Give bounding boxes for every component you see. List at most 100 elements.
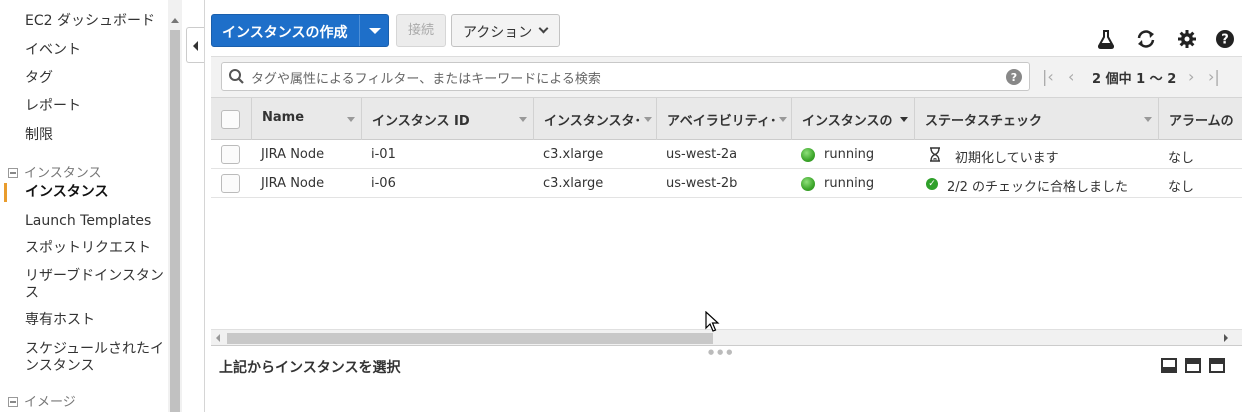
check-circle-icon: ✓ xyxy=(926,178,938,190)
collapse-section-icon xyxy=(8,397,18,407)
sidebar-section-images[interactable]: イメージ xyxy=(8,391,76,410)
sidebar-item-scheduled-instances[interactable]: スケジュールされたイ xyxy=(25,341,164,358)
launch-instance-button[interactable]: インスタンスの作成 xyxy=(211,14,389,47)
table-horizontal-scrollbar[interactable] xyxy=(211,329,1242,345)
actions-dropdown[interactable]: アクション xyxy=(451,14,560,47)
sort-icon[interactable] xyxy=(347,117,355,122)
gear-icon[interactable] xyxy=(1176,28,1198,50)
svg-text:?: ? xyxy=(1221,33,1229,48)
sidebar-item-dashboard[interactable]: EC2 ダッシュボード xyxy=(25,13,155,30)
sidebar-divider xyxy=(204,0,205,412)
column-header-name[interactable]: Name xyxy=(251,98,361,140)
first-page-icon[interactable]: |‹ xyxy=(1042,69,1054,85)
splitter-grip-icon[interactable]: ●●● xyxy=(708,348,735,356)
sidebar-item-spot-requests[interactable]: スポットリクエスト xyxy=(25,240,151,257)
collapse-sidebar-button[interactable] xyxy=(186,27,205,63)
column-header-instance-type[interactable]: インスタンスタ･ xyxy=(533,98,656,140)
cell-status-check[interactable]: 2/2 のチェックに合格しました xyxy=(947,176,1128,195)
panel-splitter[interactable] xyxy=(211,345,1242,347)
hourglass-icon xyxy=(930,147,940,162)
launch-dropdown-caret-icon[interactable] xyxy=(369,28,381,34)
layout-bottom-icon[interactable] xyxy=(1161,358,1177,373)
column-header-status-checks[interactable]: ステータスチェック xyxy=(914,98,1158,140)
flask-icon[interactable] xyxy=(1095,28,1117,50)
sidebar-item-reserved-instances[interactable]: リザーブドインスタン xyxy=(25,268,164,285)
pagination-text: 2 個中 1 〜 2 xyxy=(1092,72,1177,87)
sidebar-item-reserved-instances-wrap[interactable]: ス xyxy=(25,285,39,302)
sidebar: EC2 ダッシュボード イベント タグ レポート 制限 インスタンス インスタン… xyxy=(0,0,168,412)
svg-text:?: ? xyxy=(1011,71,1017,84)
connect-button[interactable]: 接続 xyxy=(396,14,446,47)
search-icon xyxy=(229,69,244,84)
layout-full-icon[interactable] xyxy=(1209,358,1225,373)
column-label: Name xyxy=(262,110,305,125)
sort-icon[interactable] xyxy=(900,117,908,122)
sidebar-item-instances[interactable]: インスタンス xyxy=(25,184,108,201)
cell-name: JIRA Node xyxy=(261,176,325,191)
search-box[interactable]: タグや属性によるフィルター、またはキーワードによる検索 ? xyxy=(221,62,1030,91)
collapse-section-icon xyxy=(8,168,18,178)
cell-status-check[interactable]: 初期化しています xyxy=(955,147,1059,166)
sidebar-section-instances[interactable]: インスタンス xyxy=(8,162,101,181)
cell-alarm-status: なし xyxy=(1168,151,1195,166)
column-header-availability-zone[interactable]: アベイラビリティ･ xyxy=(656,98,791,140)
sidebar-scrollbar[interactable] xyxy=(168,0,182,412)
sort-icon[interactable] xyxy=(1144,117,1152,122)
cell-instance-state: running xyxy=(824,176,875,191)
launch-instance-label: インスタンスの作成 xyxy=(222,25,348,41)
mouse-cursor-icon xyxy=(705,311,720,332)
table-row[interactable]: JIRA Node i-01 c3.xlarge us-west-2a runn… xyxy=(211,141,1242,169)
sidebar-scroll-thumb[interactable] xyxy=(170,30,180,412)
running-state-icon xyxy=(801,148,815,162)
column-header-instance-id[interactable]: インスタンス ID xyxy=(361,98,533,140)
help-icon[interactable]: ? xyxy=(1214,28,1236,50)
column-label: インスタンスの xyxy=(802,114,893,129)
scroll-left-arrow-icon[interactable] xyxy=(216,334,220,342)
sidebar-item-dedicated-hosts[interactable]: 専有ホスト xyxy=(25,312,95,329)
sort-icon[interactable] xyxy=(519,117,527,122)
cell-instance-type: c3.xlarge xyxy=(543,147,604,162)
cell-alarm-status: なし xyxy=(1168,180,1195,195)
sidebar-section-label: インスタンス xyxy=(24,166,102,181)
actions-label: アクション xyxy=(463,25,533,41)
chevron-down-icon xyxy=(538,23,549,34)
sidebar-item-reports[interactable]: レポート xyxy=(25,98,81,115)
sidebar-item-scheduled-instances-wrap[interactable]: ンスタンス xyxy=(25,358,94,375)
prev-page-icon[interactable]: ‹ xyxy=(1068,69,1074,85)
column-label: ステータスチェック xyxy=(925,114,1043,129)
details-panel-title: 上記からインスタンスを選択 xyxy=(219,360,401,376)
active-indicator xyxy=(4,183,7,202)
sidebar-item-tags[interactable]: タグ xyxy=(25,70,53,87)
search-input[interactable]: タグや属性によるフィルター、またはキーワードによる検索 xyxy=(251,68,601,87)
column-label: アラームの xyxy=(1169,114,1234,129)
cell-instance-id: i-06 xyxy=(371,176,396,191)
column-label: インスタンス ID xyxy=(372,114,470,129)
cell-instance-id: i-01 xyxy=(371,147,396,162)
cell-name: JIRA Node xyxy=(261,147,325,162)
sort-icon[interactable] xyxy=(644,117,652,122)
sort-icon[interactable] xyxy=(779,117,787,122)
cell-instance-type: c3.xlarge xyxy=(543,176,604,191)
select-all-checkbox[interactable] xyxy=(221,110,240,129)
last-page-icon[interactable]: ›| xyxy=(1208,69,1220,85)
ec2-console: EC2 ダッシュボード イベント タグ レポート 制限 インスタンス インスタン… xyxy=(0,0,1242,412)
sidebar-item-launch-templates[interactable]: Launch Templates xyxy=(25,213,151,230)
scroll-right-arrow-icon[interactable] xyxy=(1224,334,1228,342)
cell-availability-zone: us-west-2a xyxy=(666,147,738,162)
row-checkbox[interactable] xyxy=(221,145,240,164)
sidebar-item-events[interactable]: イベント xyxy=(25,42,81,59)
column-header-instance-state[interactable]: インスタンスの xyxy=(791,98,914,140)
sidebar-item-limits[interactable]: 制限 xyxy=(25,127,53,144)
layout-split-icon[interactable] xyxy=(1185,358,1201,373)
button-separator xyxy=(359,15,360,46)
row-checkbox[interactable] xyxy=(221,174,240,193)
search-help-icon[interactable]: ? xyxy=(1005,68,1023,86)
next-page-icon[interactable]: › xyxy=(1188,69,1194,85)
horizontal-scroll-thumb[interactable] xyxy=(227,333,713,344)
refresh-icon[interactable] xyxy=(1135,28,1157,50)
column-header-alarm-status[interactable]: アラームの xyxy=(1158,98,1242,140)
table-row[interactable]: JIRA Node i-06 c3.xlarge us-west-2b runn… xyxy=(211,170,1242,198)
scroll-up-arrow-icon[interactable] xyxy=(171,18,179,23)
pagination: |‹ ‹ 2 個中 1 〜 2 › ›| xyxy=(1040,66,1240,88)
column-label: インスタンスタ･ xyxy=(544,114,641,129)
